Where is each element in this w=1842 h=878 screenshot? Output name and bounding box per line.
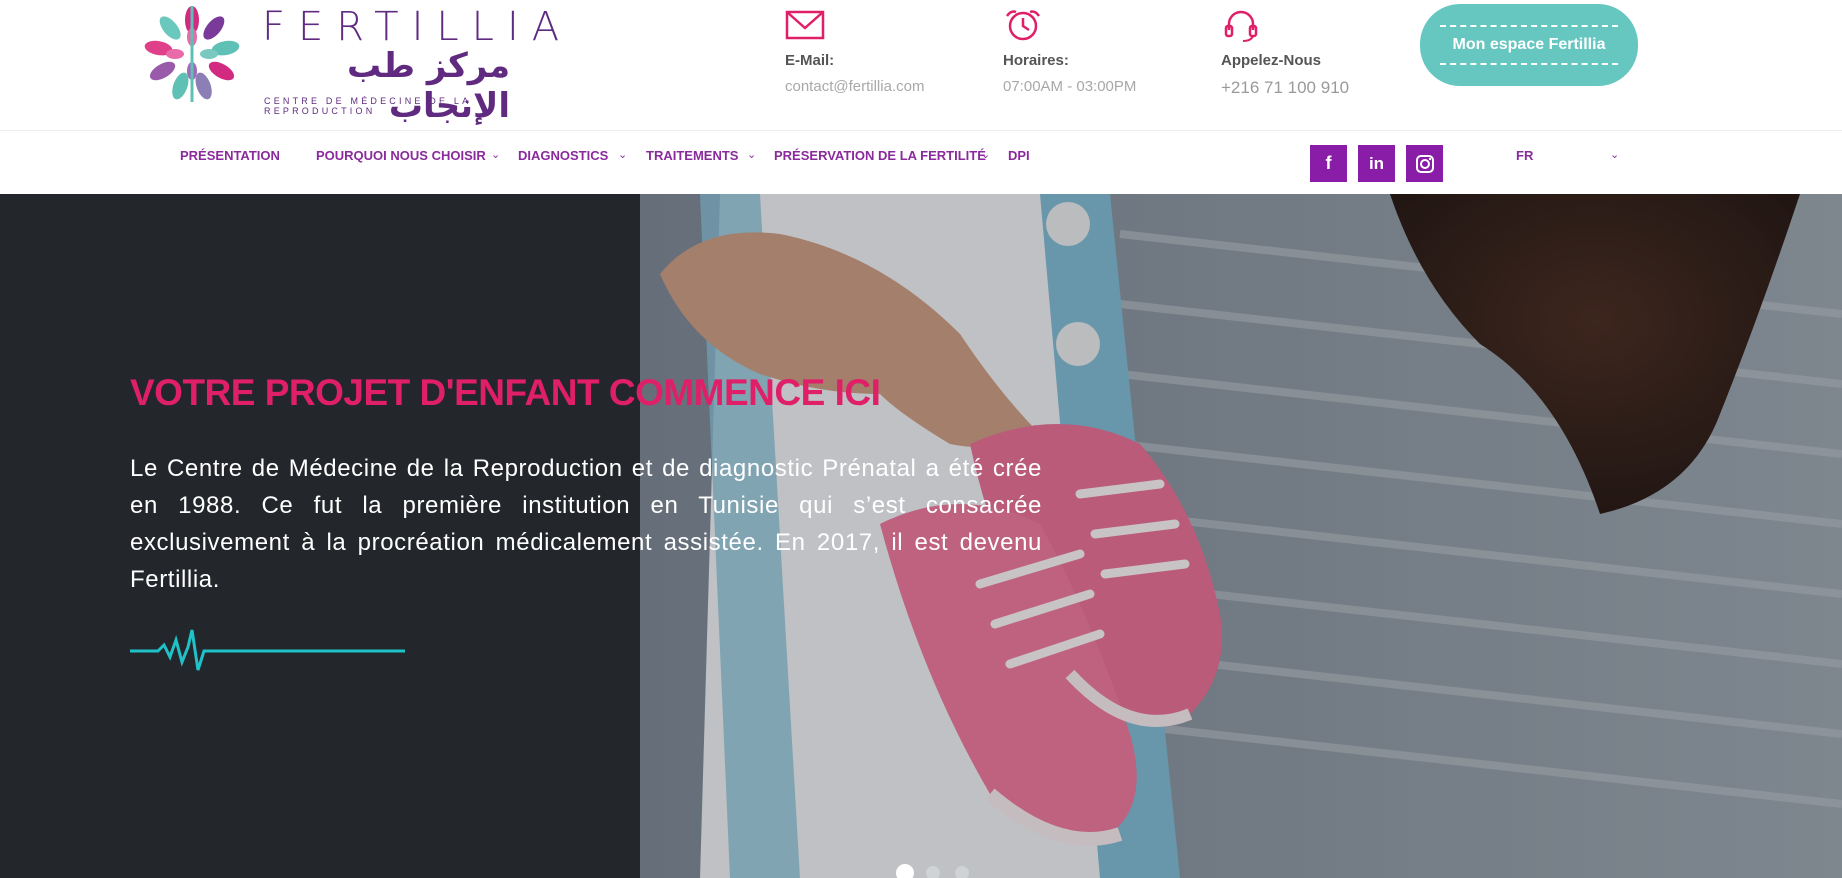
mon-espace-label: Mon espace Fertillia	[1452, 36, 1606, 53]
contact-hours: Horaires: 07:00AM - 03:00PM	[1003, 8, 1183, 95]
nav-item-pourquoi-nous-choisir[interactable]: POURQUOI NOUS CHOISIR	[316, 148, 486, 163]
language-selector[interactable]: FR ⌄	[1500, 131, 1620, 194]
facebook-icon[interactable]: f	[1310, 145, 1347, 182]
linkedin-icon[interactable]: in	[1358, 145, 1395, 182]
heartbeat-line-icon	[130, 629, 405, 671]
hero-slider: VOTRE PROJET D'ENFANT COMMENCE ICI Le Ce…	[0, 194, 1842, 878]
contact-email: E-Mail: contact@fertillia.com	[785, 8, 965, 95]
mon-espace-button[interactable]: Mon espace Fertillia	[1420, 4, 1638, 86]
envelope-icon	[785, 10, 825, 40]
slider-dot-3[interactable]	[954, 866, 969, 878]
headset-icon	[1224, 10, 1258, 42]
chevron-down-icon[interactable]: ⌄	[981, 148, 990, 161]
nav-item-dpi[interactable]: DPI	[1008, 148, 1030, 163]
contact-hours-value: 07:00AM - 03:00PM	[1003, 78, 1137, 95]
nav-item-presentation[interactable]: PRÉSENTATION	[180, 148, 280, 163]
hero-title: VOTRE PROJET D'ENFANT COMMENCE ICI	[130, 372, 881, 413]
contact-hours-label: Horaires:	[1003, 52, 1069, 69]
contact-phone-value[interactable]: +216 71 100 910	[1221, 78, 1401, 98]
instagram-glyph-icon	[1415, 154, 1434, 173]
nav-item-diagnostics[interactable]: DIAGNOSTICS	[518, 148, 608, 163]
contact-phone: Appelez-Nous +216 71 100 910	[1221, 8, 1401, 98]
contact-email-label: E-Mail:	[785, 52, 835, 69]
linkedin-glyph: in	[1368, 153, 1385, 173]
button-dashed-border-top	[1440, 25, 1618, 27]
chevron-down-icon[interactable]: ⌄	[491, 148, 500, 161]
slider-pagination	[898, 866, 979, 878]
button-dashed-border-bottom	[1440, 63, 1618, 65]
chevron-down-icon: ⌄	[1610, 149, 1620, 161]
nav-item-traitements[interactable]: TRAITEMENTS	[646, 148, 738, 163]
chevron-down-icon[interactable]: ⌄	[618, 148, 627, 161]
brand-tagline: CENTRE DE MÉDECINE DE LA REPRODUCTION	[264, 96, 471, 116]
slider-dot-2[interactable]	[926, 866, 941, 878]
language-code: FR	[1516, 148, 1534, 163]
alarm-clock-icon	[1005, 10, 1041, 41]
brand-name: FERTILLIA	[262, 4, 573, 50]
main-navigation: PRÉSENTATION POURQUOI NOUS CHOISIR ⌄ DIA…	[0, 131, 1842, 194]
contact-email-value[interactable]: contact@fertillia.com	[785, 78, 965, 95]
nav-item-preservation-fertilite[interactable]: PRÉSERVATION DE LA FERTILITÉ	[774, 148, 986, 163]
chevron-down-icon[interactable]: ⌄	[747, 148, 756, 161]
hero-description: Le Centre de Médecine de la Reproduction…	[130, 455, 1042, 593]
site-header: FERTILLIA مركز طب الإنجاب CENTRE DE MÉDE…	[0, 0, 1842, 131]
flower-logo-icon	[144, 6, 240, 102]
slider-dot-1[interactable]	[898, 866, 912, 878]
facebook-glyph: f	[1325, 153, 1332, 173]
contact-phone-label: Appelez-Nous	[1221, 52, 1322, 69]
instagram-icon[interactable]	[1406, 145, 1443, 182]
brand-logo[interactable]: FERTILLIA مركز طب الإنجاب CENTRE DE MÉDE…	[140, 2, 559, 126]
